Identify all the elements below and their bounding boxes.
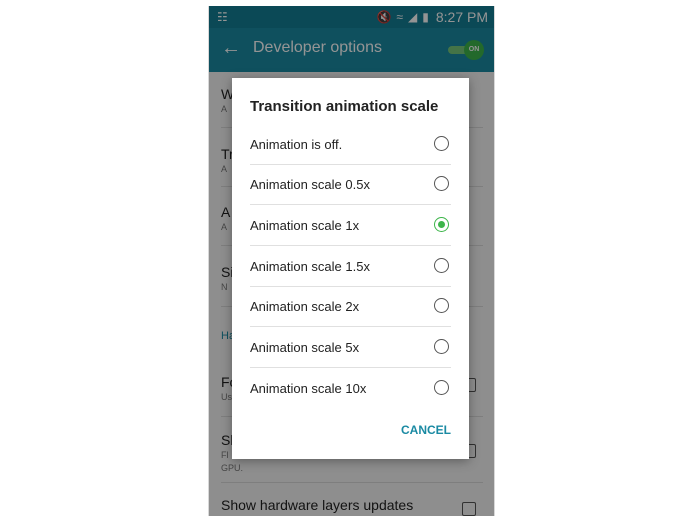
- divider: [250, 326, 451, 327]
- option-label: Animation scale 10x: [250, 381, 367, 396]
- radio-button[interactable]: [434, 298, 449, 313]
- option-label: Animation scale 1.5x: [250, 259, 370, 274]
- option-label: Animation scale 0.5x: [250, 177, 370, 192]
- option-label: Animation is off.: [250, 137, 343, 152]
- option-animation-scale-5x[interactable]: Animation scale 5x: [232, 328, 469, 368]
- radio-button[interactable]: [434, 258, 449, 273]
- divider: [250, 204, 451, 205]
- option-label: Animation scale 2x: [250, 299, 360, 314]
- option-animation-scale-1-5x[interactable]: Animation scale 1.5x: [232, 247, 469, 287]
- option-label: Animation scale 1x: [250, 218, 360, 233]
- option-animation-scale-1x[interactable]: Animation scale 1x: [232, 206, 469, 246]
- cancel-button[interactable]: CANCEL: [401, 423, 451, 437]
- radio-dot: [437, 220, 445, 228]
- dialog-title: Transition animation scale: [250, 98, 439, 115]
- option-animation-off[interactable]: Animation is off.: [232, 125, 469, 165]
- radio-button[interactable]: [434, 136, 449, 151]
- option-animation-scale-0-5x[interactable]: Animation scale 0.5x: [232, 165, 469, 205]
- option-label: Animation scale 5x: [250, 340, 360, 355]
- transition-animation-scale-dialog: Transition animation scale Animation is …: [232, 78, 469, 459]
- radio-button[interactable]: [434, 380, 449, 395]
- divider: [250, 367, 451, 368]
- option-animation-scale-10x[interactable]: Animation scale 10x: [232, 369, 469, 409]
- option-animation-scale-2x[interactable]: Animation scale 2x: [232, 287, 469, 327]
- radio-button[interactable]: [434, 176, 449, 191]
- radio-button[interactable]: [434, 339, 449, 354]
- divider: [250, 245, 451, 246]
- radio-button-selected[interactable]: [434, 217, 449, 232]
